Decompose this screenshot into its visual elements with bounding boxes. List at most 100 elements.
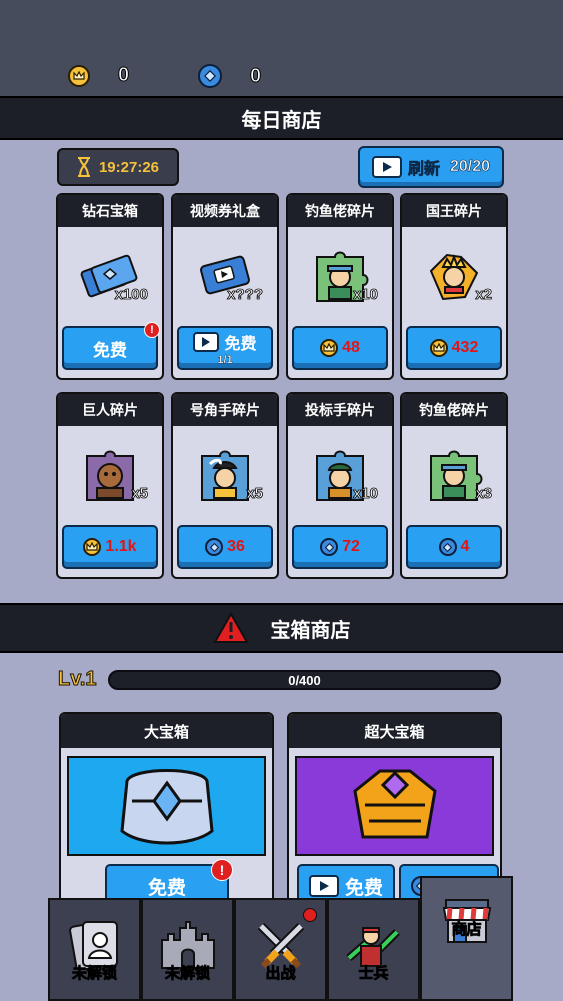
item-qty: x5 bbox=[131, 485, 148, 503]
nav-tab-locked-2[interactable]: 未解锁 bbox=[141, 898, 234, 1001]
fisherman-shard-art: x10 bbox=[288, 227, 392, 325]
gem-count: 0 bbox=[249, 64, 262, 87]
shop-item-card[interactable]: 号角手碎片 x5 36 bbox=[171, 392, 279, 579]
alert-badge: ! bbox=[144, 322, 160, 338]
gem-icon bbox=[320, 538, 339, 556]
nav-label: 未解锁 bbox=[71, 965, 118, 983]
item-qty: x3 bbox=[475, 485, 492, 503]
item-price: 4 bbox=[460, 538, 470, 555]
video-icon bbox=[371, 156, 402, 178]
chest-progress-bar: 0/400 bbox=[108, 670, 501, 690]
bottom-nav: 未解锁 未解锁 出战 士兵 商店 bbox=[48, 876, 515, 1001]
chest-title: 超大宝箱 bbox=[289, 714, 500, 748]
item-title: 视频券礼盒 bbox=[173, 195, 277, 227]
progress-text: 0/400 bbox=[288, 672, 321, 688]
crown-icon bbox=[320, 339, 339, 357]
item-qty: x10 bbox=[352, 286, 379, 304]
item-price: 72 bbox=[342, 538, 360, 555]
shop-item-card[interactable]: 钓鱼佬碎片 x3 4 bbox=[400, 392, 508, 579]
big-chest-art bbox=[67, 756, 266, 856]
item-qty: x10 bbox=[352, 485, 379, 503]
video-ticket-box-art: x??? bbox=[173, 227, 277, 325]
buy-crown-button[interactable]: 48 bbox=[292, 326, 388, 370]
notification-dot bbox=[303, 908, 317, 922]
video-icon bbox=[193, 332, 220, 352]
resource-bar: 0 0 bbox=[0, 0, 563, 96]
crown-icon bbox=[429, 339, 448, 357]
item-qty: x??? bbox=[227, 286, 264, 304]
buy-gem-button[interactable]: 36 bbox=[177, 525, 273, 569]
crown-count: 0 bbox=[117, 64, 130, 87]
shop-item-card[interactable]: 钓鱼佬碎片 x10 48 bbox=[286, 193, 394, 380]
video-ticket-count: 1/1 bbox=[217, 354, 233, 366]
horn-blower-shard-art: x5 bbox=[173, 426, 277, 524]
shop-item-card[interactable]: 巨人碎片 x5 1.1k bbox=[56, 392, 164, 579]
nav-tab-shop[interactable]: 商店 bbox=[420, 876, 513, 1001]
warning-icon bbox=[212, 612, 249, 643]
gem-counter: 0 bbox=[198, 64, 262, 88]
video-icon bbox=[308, 875, 339, 897]
king-shard-art: x2 bbox=[402, 227, 506, 325]
gem-icon bbox=[438, 538, 457, 556]
crown-icon bbox=[83, 538, 102, 556]
gem-icon bbox=[198, 64, 222, 88]
nav-label: 士兵 bbox=[358, 965, 389, 983]
nav-label: 出战 bbox=[265, 965, 296, 983]
shop-item-card[interactable]: 钻石宝箱 x100 免费 bbox=[56, 193, 164, 380]
free-label: 免费 bbox=[344, 877, 383, 899]
refresh-count: 20/20 bbox=[449, 158, 491, 176]
chest-shop-title: 宝箱商店 bbox=[270, 619, 351, 642]
fisherman-shard-art: x3 bbox=[402, 426, 506, 524]
buy-crown-button[interactable]: 432 bbox=[406, 326, 502, 370]
buy-gem-button[interactable]: 72 bbox=[292, 525, 388, 569]
nav-tab-locked-1[interactable]: 未解锁 bbox=[48, 898, 141, 1001]
silver-chest-icon bbox=[119, 769, 214, 845]
nav-tab-soldiers[interactable]: 士兵 bbox=[327, 898, 420, 1001]
nav-label: 未解锁 bbox=[164, 965, 211, 983]
item-title: 号角手碎片 bbox=[173, 394, 277, 426]
hourglass-icon bbox=[77, 157, 90, 177]
refresh-label: 刷新 bbox=[407, 161, 441, 179]
timer-text: 19:27:26 bbox=[98, 158, 160, 176]
super-chest-art bbox=[295, 756, 494, 856]
gold-chest-icon bbox=[352, 769, 437, 839]
item-qty: x2 bbox=[475, 286, 492, 304]
free-label: 免费 bbox=[147, 877, 186, 899]
item-title: 国王碎片 bbox=[402, 195, 506, 227]
daily-shop-header: 每日商店 bbox=[0, 96, 563, 140]
free-label: 免费 bbox=[224, 336, 257, 353]
item-title: 钓鱼佬碎片 bbox=[288, 195, 392, 227]
refresh-button[interactable]: 刷新 20/20 bbox=[358, 146, 504, 188]
nav-label: 商店 bbox=[451, 921, 482, 939]
shop-item-card[interactable]: 国王碎片 x2 432 bbox=[400, 193, 508, 380]
thrower-shard-art: x10 bbox=[288, 426, 392, 524]
diamond-chest-art: x100 bbox=[58, 227, 162, 325]
chest-level: Lv.1 bbox=[58, 668, 98, 691]
item-title: 巨人碎片 bbox=[58, 394, 162, 426]
item-price: 36 bbox=[227, 538, 245, 555]
giant-shard-art: x5 bbox=[58, 426, 162, 524]
shop-item-card[interactable]: 投标手碎片 x10 72 bbox=[286, 392, 394, 579]
item-price: 432 bbox=[451, 339, 479, 356]
item-price: 1.1k bbox=[105, 538, 137, 555]
daily-shop-title: 每日商店 bbox=[241, 109, 322, 132]
item-title: 投标手碎片 bbox=[288, 394, 392, 426]
item-qty: x100 bbox=[114, 286, 148, 304]
item-title: 钓鱼佬碎片 bbox=[402, 394, 506, 426]
item-title: 钻石宝箱 bbox=[58, 195, 162, 227]
buy-gem-button[interactable]: 4 bbox=[406, 525, 502, 569]
item-price: 48 bbox=[342, 339, 360, 356]
video-free-button[interactable]: 免费 1/1 bbox=[177, 326, 273, 370]
item-qty: x5 bbox=[246, 485, 263, 503]
chest-title: 大宝箱 bbox=[61, 714, 272, 748]
gem-icon bbox=[205, 538, 224, 556]
free-label: 免费 bbox=[93, 340, 127, 360]
crown-icon bbox=[68, 64, 90, 87]
crown-counter: 0 bbox=[68, 64, 130, 87]
alert-badge: ! bbox=[211, 859, 233, 881]
shop-item-card[interactable]: 视频券礼盒 x??? 免费 1/1 bbox=[171, 193, 279, 380]
refresh-timer: 19:27:26 bbox=[57, 148, 179, 186]
big-chest-card[interactable]: 大宝箱 免费 bbox=[59, 712, 274, 912]
nav-tab-battle[interactable]: 出战 bbox=[234, 898, 327, 1001]
buy-crown-button[interactable]: 1.1k bbox=[62, 525, 158, 569]
